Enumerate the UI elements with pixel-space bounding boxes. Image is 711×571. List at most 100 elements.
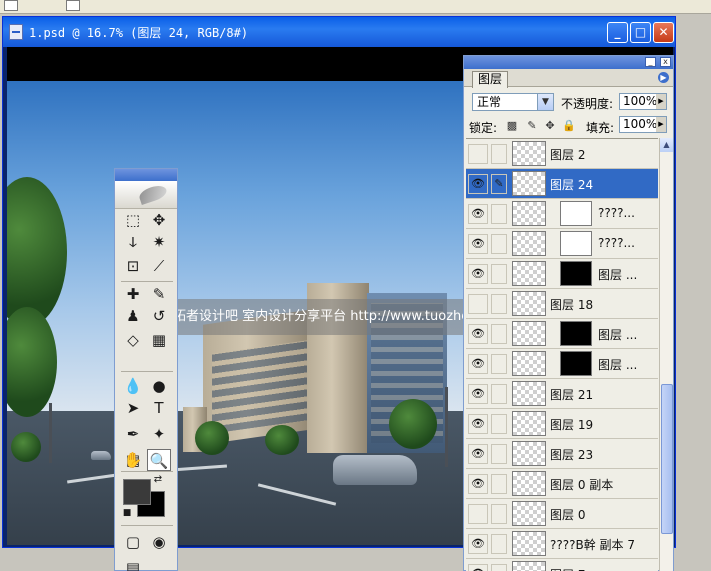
lasso-icon[interactable]: ↆ — [121, 231, 145, 253]
link-toggle[interactable] — [491, 324, 507, 344]
eye-icon[interactable]: 👁 — [468, 564, 488, 571]
layer-name[interactable]: 图层 ... — [598, 266, 637, 283]
layer-row[interactable]: 图层 2 — [466, 139, 658, 169]
maximize-button[interactable]: □ — [630, 22, 651, 43]
palette-close-icon[interactable]: x — [660, 57, 671, 67]
eye-icon[interactable]: 👁 — [468, 264, 488, 284]
screen-mode-icon[interactable]: ▤ — [121, 557, 145, 571]
minimize-button[interactable]: _ — [607, 22, 628, 43]
layer-name[interactable]: 图层 7 — [550, 566, 585, 571]
link-toggle[interactable] — [491, 294, 507, 314]
eraser-icon[interactable]: ◇ — [121, 329, 145, 351]
eye-icon[interactable]: 👁 — [468, 324, 488, 344]
hand-icon[interactable]: ✋ — [121, 449, 145, 471]
gradient-icon[interactable]: ▦ — [147, 329, 171, 351]
slice-icon[interactable]: ⟋ — [147, 255, 171, 277]
layer-mask-thumbnail[interactable] — [560, 231, 592, 256]
layer-row[interactable]: 👁????... — [466, 229, 658, 259]
link-toggle[interactable] — [491, 204, 507, 224]
lock-transparency-icon[interactable]: ▩ — [506, 120, 518, 132]
eye-icon[interactable]: 👁 — [468, 384, 488, 404]
layer-name[interactable]: ????... — [598, 236, 635, 250]
scrollbar-thumb[interactable] — [661, 384, 673, 534]
link-toggle[interactable] — [491, 444, 507, 464]
layer-row[interactable]: 👁????... — [466, 199, 658, 229]
eye-icon[interactable]: 👁 — [468, 474, 488, 494]
brush-icon[interactable]: ✎ — [147, 283, 171, 305]
document-titlebar[interactable]: 1.psd @ 16.7% (图层 24, RGB/8#) _ □ ✕ — [3, 17, 675, 47]
quick-mask-icon[interactable]: ◉ — [147, 531, 171, 553]
layer-name[interactable]: 图层 2 — [550, 146, 585, 163]
healing-brush-icon[interactable]: ✚ — [121, 283, 145, 305]
opacity-field[interactable]: 100% ▶ — [619, 93, 667, 110]
layer-name[interactable]: 图层 ... — [598, 326, 637, 343]
blend-mode-select[interactable]: 正常 ▼ — [472, 93, 554, 111]
palette-minimize-icon[interactable]: _ — [645, 57, 656, 67]
link-toggle[interactable] — [491, 384, 507, 404]
dodge-icon[interactable]: ● — [147, 375, 171, 397]
eye-icon[interactable]: 👁 — [468, 174, 488, 194]
layer-row[interactable]: 👁 图层 0 副本 — [466, 469, 658, 499]
layer-name[interactable]: 图层 23 — [550, 446, 593, 463]
link-toggle[interactable] — [491, 564, 507, 571]
path-selection-icon[interactable]: ➤ — [121, 397, 145, 419]
link-toggle[interactable] — [491, 474, 507, 494]
layer-mask-thumbnail[interactable] — [560, 261, 592, 286]
layer-name[interactable]: 图层 0 副本 — [550, 476, 613, 493]
fill-slider-icon[interactable]: ▶ — [656, 117, 666, 132]
marquee-icon[interactable]: ⬚ — [121, 209, 145, 231]
pen-icon[interactable]: ✒ — [121, 423, 145, 445]
layer-name[interactable]: 图层 19 — [550, 416, 593, 433]
standard-mode-icon[interactable]: ▢ — [121, 531, 145, 553]
link-toggle[interactable] — [491, 264, 507, 284]
eye-icon[interactable]: 👁 — [468, 414, 488, 434]
layer-mask-thumbnail[interactable] — [560, 201, 592, 226]
eye-icon[interactable]: 👁 — [468, 444, 488, 464]
tab-layers[interactable]: 图层 — [472, 71, 508, 88]
opacity-slider-icon[interactable]: ▶ — [656, 94, 666, 109]
lock-pixels-icon[interactable]: ✎ — [526, 120, 538, 132]
link-toggle[interactable] — [491, 354, 507, 374]
layer-row[interactable]: 图层 18 — [466, 289, 658, 319]
layer-mask-thumbnail[interactable] — [560, 351, 592, 376]
scroll-up-icon[interactable]: ▲ — [660, 138, 673, 152]
clone-stamp-icon[interactable]: ♟ — [121, 305, 145, 327]
layer-name[interactable]: 图层 ... — [598, 356, 637, 373]
magic-wand-icon[interactable]: ✷ — [147, 231, 171, 253]
eye-icon[interactable]: 👁 — [468, 354, 488, 374]
layer-row[interactable]: 👁 图层 21 — [466, 379, 658, 409]
layer-name[interactable]: ????... — [598, 206, 635, 220]
layer-name[interactable]: 图层 18 — [550, 296, 593, 313]
fill-field[interactable]: 100% ▶ — [619, 116, 667, 133]
layer-row[interactable]: 👁 图层 ... — [466, 349, 658, 379]
visibility-toggle[interactable] — [468, 294, 488, 314]
custom-shape-icon[interactable]: ✦ — [147, 423, 171, 445]
close-button[interactable]: ✕ — [653, 22, 674, 43]
default-colors-icon[interactable]: ■ — [121, 507, 133, 519]
lock-position-icon[interactable]: ✥ — [544, 120, 556, 132]
visibility-toggle[interactable] — [468, 504, 488, 524]
tool-palette-titlebar[interactable] — [115, 169, 177, 181]
photoshop-feather-logo[interactable] — [115, 181, 177, 209]
layer-name[interactable]: 图层 24 — [550, 176, 593, 193]
crop-icon[interactable]: ⊡ — [121, 255, 145, 277]
history-brush-icon[interactable]: ↺ — [147, 305, 171, 327]
eye-icon[interactable]: 👁 — [468, 234, 488, 254]
chevron-down-icon[interactable]: ▼ — [537, 94, 553, 110]
swap-colors-icon[interactable]: ⇄ — [151, 473, 165, 487]
tool-preset-icon[interactable] — [4, 0, 18, 11]
layer-row[interactable]: 👁 图层 ... — [466, 259, 658, 289]
layer-name[interactable]: ????B幹 副本 7 — [550, 536, 635, 553]
layer-row[interactable]: 👁 ✎ 图层 24 — [466, 169, 658, 199]
eye-icon[interactable]: 👁 — [468, 534, 488, 554]
layer-mask-thumbnail[interactable] — [560, 321, 592, 346]
layer-row[interactable]: 图层 0 — [466, 499, 658, 529]
lock-all-icon[interactable]: 🔒 — [562, 120, 576, 132]
brush-icon[interactable]: ✎ — [491, 174, 507, 194]
link-toggle[interactable] — [491, 534, 507, 554]
layer-name[interactable]: 图层 21 — [550, 386, 593, 403]
palette-menu-icon[interactable]: ▶ — [658, 72, 669, 83]
blur-icon[interactable]: 💧 — [121, 375, 145, 397]
link-toggle[interactable] — [491, 414, 507, 434]
layer-row[interactable]: 👁 ????B幹 副本 7 — [466, 529, 658, 559]
